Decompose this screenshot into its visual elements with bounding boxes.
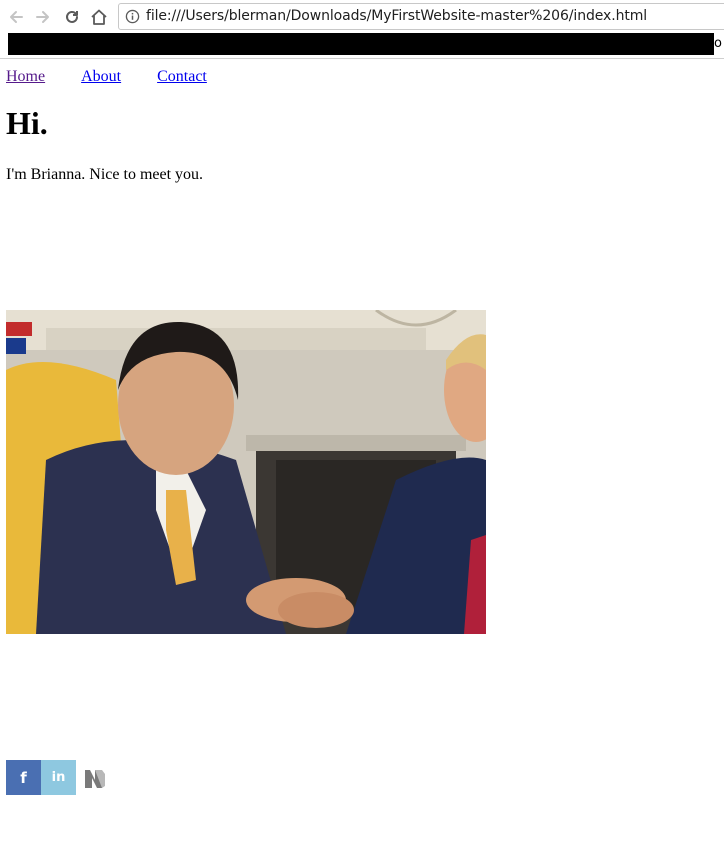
intro-text: I'm Brianna. Nice to meet you. [6,166,204,183]
medium-icon[interactable] [82,760,108,795]
nav-link-about[interactable]: About [81,68,121,85]
facebook-letter: f [20,768,27,787]
arrow-left-icon [10,11,23,23]
site-nav: Home About Contact [6,68,243,86]
home-button[interactable] [88,6,110,28]
browser-toolbar: file:///Users/blerman/Downloads/MyFirstW… [0,0,724,59]
nav-link-home[interactable]: Home [6,68,45,85]
home-icon [91,9,107,25]
back-button[interactable] [5,6,27,28]
url-text[interactable]: file:///Users/blerman/Downloads/MyFirstW… [146,8,647,24]
page-heading: Hi. [6,105,48,141]
linkedin-icon[interactable]: in [41,760,76,795]
facebook-icon[interactable]: f [6,760,41,795]
info-icon[interactable] [125,9,140,24]
forward-button[interactable] [32,6,54,28]
bookmarks-overflow[interactable]: o [714,35,722,53]
address-bar[interactable]: file:///Users/blerman/Downloads/MyFirstW… [118,3,724,30]
nav-link-contact[interactable]: Contact [157,68,207,85]
medium-logo-icon [85,769,105,788]
reload-button[interactable] [61,6,83,28]
handshake-photo [6,310,486,634]
bookmarks-bar-redacted [8,33,714,55]
arrow-right-icon [36,11,49,23]
linkedin-letters: in [51,770,66,785]
handshake-image [6,310,486,634]
reload-icon [66,10,78,23]
